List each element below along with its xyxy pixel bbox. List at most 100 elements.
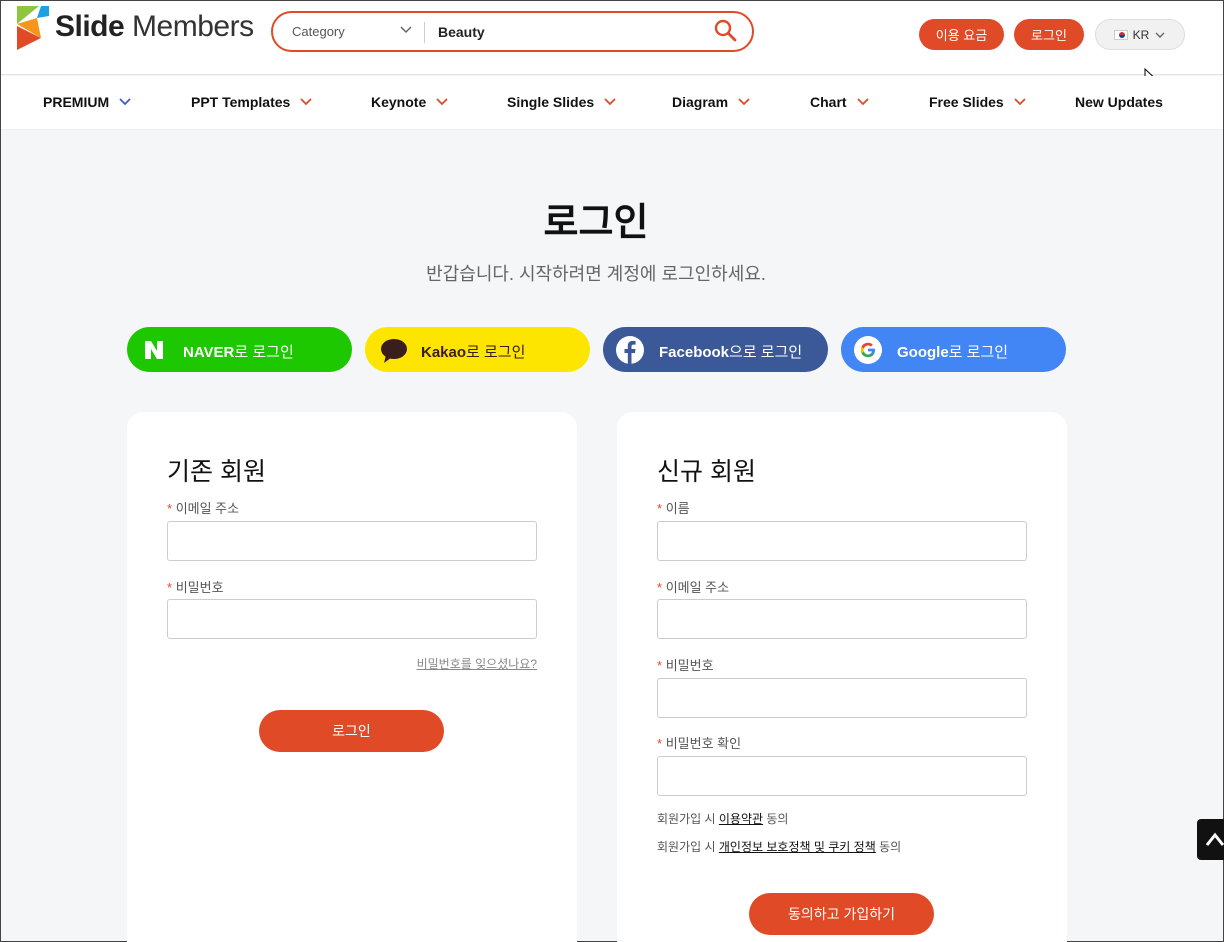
main-nav: PREMIUM PPT Templates Keynote Single Sli… — [1, 76, 1223, 130]
nav-item-label: Diagram — [672, 94, 729, 110]
email-label-text: 이메일 주소 — [175, 501, 240, 516]
pricing-button[interactable]: 이용 요금 — [919, 19, 1004, 50]
password-field-label: * 비밀번호 — [657, 655, 714, 674]
header-login-button[interactable]: 로그인 — [1014, 19, 1084, 50]
nav-item-single-slides[interactable]: Single Slides — [507, 94, 616, 110]
chevron-up-icon — [1205, 832, 1224, 846]
nav-item-chart[interactable]: Chart — [810, 94, 869, 110]
kakao-login-button[interactable]: Kakao로 로그인 — [365, 327, 590, 372]
nav-item-keynote[interactable]: Keynote — [371, 94, 448, 110]
logo-text-bold: Slide — [55, 10, 125, 43]
nav-item-ppt-templates[interactable]: PPT Templates — [191, 94, 312, 110]
naver-suffix-label: 로 로그인 — [234, 344, 294, 361]
naver-icon — [145, 341, 163, 359]
terms-prefix: 회원가입 시 — [657, 812, 719, 826]
login-email-input[interactable] — [167, 521, 537, 561]
terms-suffix: 동의 — [763, 812, 789, 826]
page-subtitle: 반갑습니다. 시작하려면 계정에 로그인하세요. — [426, 264, 766, 284]
kakao-chat-icon — [381, 339, 407, 363]
chevron-down-icon — [1155, 32, 1165, 38]
password-label-text: 비밀번호 — [175, 580, 224, 595]
nav-item-label: PPT Templates — [191, 94, 291, 110]
chevron-down-icon — [436, 98, 448, 106]
nav-item-label: Keynote — [371, 94, 427, 110]
logo[interactable]: Slide Members — [15, 4, 254, 50]
privacy-prefix: 회원가입 시 — [657, 840, 719, 854]
privacy-suffix: 동의 — [875, 840, 902, 854]
signup-submit-button[interactable]: 동의하고 가입하기 — [749, 893, 934, 935]
google-brand-label: Google — [897, 344, 949, 361]
signup-password-input[interactable] — [657, 678, 1027, 718]
terms-agreement: 회원가입 시 이용약관 동의 — [657, 810, 788, 827]
nav-item-label: Free Slides — [929, 94, 1004, 110]
nav-item-label: Single Slides — [507, 94, 595, 110]
facebook-suffix-label: 으로 로그인 — [729, 344, 803, 361]
page-title: 로그인 — [543, 202, 649, 244]
email-field-label: * 이메일 주소 — [167, 498, 239, 517]
existing-member-card: 기존 회원 * 이메일 주소 * 비밀번호 비밀번호를 잊으셨나요? 로그인 — [127, 412, 577, 942]
forgot-password-link[interactable]: 비밀번호를 잊으셨나요? — [417, 655, 537, 672]
chevron-down-icon[interactable] — [399, 23, 413, 37]
scroll-to-top-button[interactable] — [1197, 819, 1224, 860]
naver-brand-label: NAVER — [183, 344, 235, 361]
existing-member-heading: 기존 회원 — [167, 458, 266, 486]
facebook-brand-label: Facebook — [659, 344, 730, 361]
new-member-card: 신규 회원 * 이름 * 이메일 주소 * 비밀번호 * 비밀번호 확인 회원가… — [617, 412, 1067, 942]
kakao-brand-label: Kakao — [421, 344, 467, 361]
confirm-password-field-label: * 비밀번호 확인 — [657, 733, 741, 752]
google-suffix-label: 로 로그인 — [948, 344, 1009, 361]
nav-item-diagram[interactable]: Diagram — [672, 94, 750, 110]
chevron-down-icon — [604, 98, 616, 106]
logo-text-light: Members — [124, 10, 254, 43]
chevron-down-icon — [119, 98, 131, 106]
kakao-suffix-label: 로 로그인 — [466, 344, 526, 361]
chevron-down-icon — [856, 98, 869, 106]
confirm-label-text: 비밀번호 확인 — [665, 736, 742, 751]
facebook-icon — [616, 336, 644, 364]
privacy-agreement: 회원가입 시 개인정보 보호정책 및 쿠키 정책 동의 — [657, 838, 901, 855]
search-bar: Category Beauty — [271, 11, 754, 52]
nav-item-label: Chart — [810, 94, 847, 110]
email-label-text: 이메일 주소 — [665, 580, 730, 595]
signup-confirm-password-input[interactable] — [657, 756, 1027, 796]
language-label: KR — [1132, 27, 1150, 42]
google-login-button[interactable]: Google로 로그인 — [841, 327, 1066, 372]
facebook-login-button[interactable]: Facebook으로 로그인 — [603, 327, 828, 372]
required-mark: * — [167, 501, 173, 516]
site-header: Slide Members Category Beauty 이용 요금 로그인 … — [1, 1, 1223, 75]
nav-item-premium[interactable]: PREMIUM — [43, 94, 131, 110]
password-field-label: * 비밀번호 — [167, 577, 224, 596]
nav-item-label: PREMIUM — [43, 94, 110, 110]
name-label-text: 이름 — [665, 501, 690, 516]
signup-email-input[interactable] — [657, 599, 1027, 639]
terms-link[interactable]: 이용약관 — [719, 812, 763, 826]
google-icon — [854, 336, 882, 364]
chevron-down-icon — [1014, 98, 1026, 106]
chevron-down-icon — [300, 98, 312, 106]
required-mark: * — [657, 501, 663, 516]
nav-item-label: New Updates — [1075, 94, 1163, 110]
required-mark: * — [167, 580, 173, 595]
logo-icon — [17, 6, 49, 50]
password-label-text: 비밀번호 — [665, 658, 714, 673]
required-mark: * — [657, 736, 663, 751]
nav-item-new-updates[interactable]: New Updates — [1075, 94, 1163, 110]
required-mark: * — [657, 580, 663, 595]
login-submit-button[interactable]: 로그인 — [259, 710, 444, 752]
korea-flag-icon — [1113, 29, 1128, 40]
language-selector[interactable]: KR — [1095, 19, 1185, 50]
login-password-input[interactable] — [167, 599, 537, 639]
signup-name-input[interactable] — [657, 521, 1027, 561]
new-member-heading: 신규 회원 — [657, 458, 756, 486]
name-field-label: * 이름 — [657, 498, 690, 517]
search-icon[interactable] — [714, 19, 738, 43]
nav-item-free-slides[interactable]: Free Slides — [929, 94, 1026, 110]
email-field-label: * 이메일 주소 — [657, 577, 729, 596]
search-category-select[interactable]: Category — [292, 24, 345, 39]
privacy-policy-link[interactable]: 개인정보 보호정책 및 쿠키 정책 — [719, 840, 876, 854]
chevron-down-icon — [738, 98, 750, 106]
search-input[interactable]: Beauty — [438, 24, 485, 40]
search-divider — [424, 22, 425, 43]
required-mark: * — [657, 658, 663, 673]
naver-login-button[interactable]: NAVER로 로그인 — [127, 327, 352, 372]
